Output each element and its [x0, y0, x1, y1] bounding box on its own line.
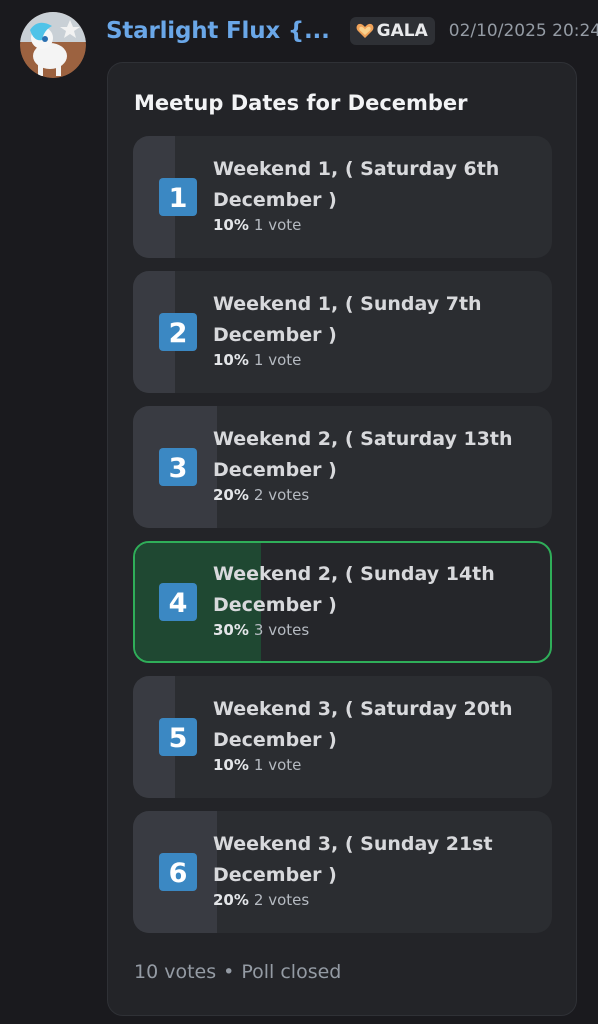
vote-percent: 10%: [213, 351, 249, 369]
vote-count: 1 vote: [253, 756, 302, 774]
poll-answer-2[interactable]: 2 Weekend 1, ( Sunday 7th December ) 10% 1 …: [133, 271, 552, 393]
poll-answer-3[interactable]: 3 Weekend 2, ( Saturday 13th December ) 20…: [133, 406, 552, 528]
guild-tag-badge[interactable]: GALA: [349, 17, 435, 45]
vote-count: 1 vote: [253, 216, 302, 234]
poll-answer-label: Weekend 1, ( Saturday 6th December ): [213, 158, 500, 211]
poll-answer-votes: 10% 1 vote: [213, 216, 301, 234]
poll-total-votes[interactable]: 10 votes: [134, 961, 216, 983]
keycap-1-icon: 1: [159, 178, 197, 216]
author-name[interactable]: Starlight Flux {...: [106, 18, 330, 44]
message-header: Starlight Flux {... GALA 02/10/2025 20:2…: [106, 14, 598, 48]
svg-text:5: 5: [169, 723, 188, 754]
vote-percent: 10%: [213, 756, 249, 774]
vote-percent: 20%: [213, 891, 249, 909]
vote-count: 2 votes: [253, 891, 310, 909]
poll-answer-1[interactable]: 1 Weekend 1, ( Saturday 6th December ) 10%…: [133, 136, 552, 258]
poll-answer-label: Weekend 3, ( Sunday 21st December ): [213, 833, 493, 886]
vote-percent: 30%: [213, 621, 249, 639]
poll-answer-5[interactable]: 5 Weekend 3, ( Saturday 20th December ) 10…: [133, 676, 552, 798]
poll-answer-6[interactable]: 6 Weekend 3, ( Sunday 21st December ) 20% 2…: [133, 811, 552, 933]
poll-answer-4[interactable]: 4 Weekend 2, ( Sunday 14th December ) 30% 3…: [133, 541, 552, 663]
vote-count: 3 votes: [253, 621, 310, 639]
poll-answer-votes: 10% 1 vote: [213, 351, 301, 369]
svg-text:4: 4: [169, 588, 188, 619]
svg-text:2: 2: [169, 318, 188, 349]
poll-status: Poll closed: [241, 961, 342, 983]
vote-count: 1 vote: [253, 351, 302, 369]
poll-answer-votes: 20% 2 votes: [213, 891, 309, 909]
poll-answer-label: Weekend 1, ( Sunday 7th December ): [213, 293, 482, 346]
poll-answer-label: Weekend 2, ( Saturday 13th December ): [213, 428, 513, 481]
vote-percent: 10%: [213, 216, 249, 234]
keycap-3-icon: 3: [159, 448, 197, 486]
keycap-6-icon: 6: [159, 853, 197, 891]
svg-text:3: 3: [169, 453, 188, 484]
poll-card: Meetup Dates for December 1 Weekend 1, ( …: [107, 62, 577, 1016]
svg-text:1: 1: [169, 183, 188, 214]
guild-tag-label: GALA: [376, 21, 428, 41]
vote-count: 2 votes: [253, 486, 310, 504]
poll-answer-votes: 30% 3 votes: [213, 621, 309, 639]
vote-percent: 20%: [213, 486, 249, 504]
poll-answer-votes: 10% 1 vote: [213, 756, 301, 774]
poll-question: Meetup Dates for December: [134, 91, 468, 115]
avatar[interactable]: [20, 12, 86, 78]
poll-answer-label: Weekend 2, ( Sunday 14th December ): [213, 563, 495, 616]
poll-answer-label: Weekend 3, ( Saturday 20th December ): [213, 698, 513, 751]
keycap-4-icon: 4: [159, 583, 197, 621]
chat-message: Starlight Flux {... GALA 02/10/2025 20:2…: [0, 0, 598, 1024]
keycap-5-icon: 5: [159, 718, 197, 756]
keycap-2-icon: 2: [159, 313, 197, 351]
poll-answer-votes: 20% 2 votes: [213, 486, 309, 504]
message-timestamp[interactable]: 02/10/2025 20:24: [449, 21, 598, 41]
footer-separator: •: [223, 961, 235, 983]
svg-text:6: 6: [169, 858, 188, 889]
heart-icon: [356, 23, 374, 38]
poll-footer: 10 votes • Poll closed: [134, 961, 341, 983]
